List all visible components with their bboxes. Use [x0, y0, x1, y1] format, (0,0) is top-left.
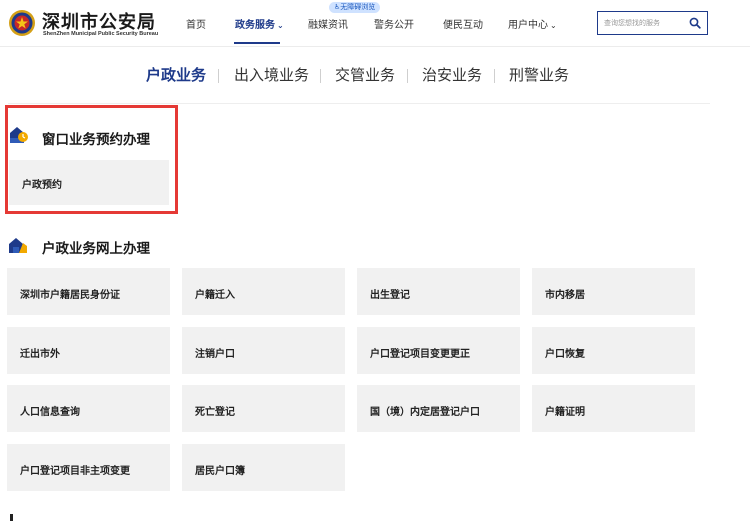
tab-traffic[interactable]: 交管业务: [335, 64, 395, 85]
service-card-label: 死亡登记: [195, 407, 235, 418]
section-title-online-household: 户政业务网上办理: [42, 241, 150, 257]
service-card-hukou-move-in[interactable]: 户籍迁入: [182, 268, 345, 315]
service-card-death-registration[interactable]: 死亡登记: [182, 385, 345, 432]
highlight-box: [5, 105, 178, 214]
service-card-birth-registration[interactable]: 出生登记: [357, 268, 520, 315]
nav-gov-services[interactable]: 政务服务 ⌄: [235, 16, 284, 31]
service-card-hukou-certificate[interactable]: 户籍证明: [532, 385, 695, 432]
service-card-label: 人口信息查询: [20, 407, 80, 418]
service-card-label: 户籍迁入: [195, 290, 235, 301]
service-card-label: 深圳市户籍居民身份证: [20, 290, 120, 301]
service-card-label: 户籍证明: [545, 407, 585, 418]
tab-criminal[interactable]: 刑警业务: [509, 64, 569, 85]
search-box: [597, 11, 708, 35]
service-card-label: 居民户口簿: [195, 466, 245, 477]
chevron-down-icon: ⌄: [550, 21, 557, 30]
service-card-population-query[interactable]: 人口信息查询: [7, 385, 170, 432]
service-card-resident-hukou-booklet[interactable]: 居民户口簿: [182, 444, 345, 491]
tab-separator: [320, 69, 321, 83]
service-card-hukou-item-change[interactable]: 户口登记项目变更更正: [357, 327, 520, 374]
next-section-marker: [10, 514, 13, 521]
nav-media-news[interactable]: 融媒资讯: [308, 16, 348, 31]
tab-public-security[interactable]: 治安业务: [422, 64, 482, 85]
service-card-non-main-item-change[interactable]: 户口登记项目非主项变更: [7, 444, 170, 491]
category-tabs: 户政业务 出入境业务 交管业务 治安业务 刑警业务: [0, 60, 750, 90]
tab-separator: [407, 69, 408, 83]
chevron-down-icon: ⌄: [277, 21, 284, 30]
search-icon[interactable]: [689, 17, 701, 29]
header-divider: [0, 46, 750, 47]
nav-user-center-label: 用户中心: [508, 20, 548, 31]
service-card-settlement-registration[interactable]: 国（境）内定居登记户口: [357, 385, 520, 432]
site-header: 深圳市公安局 ShenZhen Municipal Public Securit…: [0, 0, 750, 46]
nav-home[interactable]: 首页: [186, 16, 206, 31]
service-card-label: 户口登记项目非主项变更: [20, 466, 130, 477]
service-card-label: 注销户口: [195, 349, 235, 360]
service-card-label: 出生登记: [370, 290, 410, 301]
service-card-label: 户口恢复: [545, 349, 585, 360]
tab-exit-entry[interactable]: 出入境业务: [234, 64, 309, 85]
tab-household[interactable]: 户政业务: [146, 64, 206, 85]
nav-police-affairs[interactable]: 警务公开: [374, 16, 414, 31]
service-card-hukou-restore[interactable]: 户口恢复: [532, 327, 695, 374]
service-card-move-out-city[interactable]: 迁出市外: [7, 327, 170, 374]
accessibility-badge-label: 无障碍浏览: [340, 3, 376, 11]
tabs-divider: [8, 103, 710, 104]
nav-public-interaction[interactable]: 便民互动: [443, 16, 483, 31]
service-card-intra-city-move[interactable]: 市内移居: [532, 268, 695, 315]
nav-user-center[interactable]: 用户中心 ⌄: [508, 16, 557, 31]
house-icon: [9, 238, 27, 253]
service-card-resident-id[interactable]: 深圳市户籍居民身份证: [7, 268, 170, 315]
service-card-label: 国（境）内定居登记户口: [370, 407, 480, 418]
service-card-label: 迁出市外: [20, 349, 60, 360]
accessibility-badge[interactable]: ♿无障碍浏览: [329, 2, 381, 13]
nav-gov-services-label: 政务服务: [235, 20, 275, 31]
tab-separator: [218, 69, 219, 83]
active-nav-indicator: [234, 42, 280, 44]
service-card-label: 市内移居: [545, 290, 585, 301]
service-card-label: 户口登记项目变更更正: [370, 349, 470, 360]
search-input[interactable]: [604, 15, 684, 31]
service-card-cancel-hukou[interactable]: 注销户口: [182, 327, 345, 374]
tab-separator: [494, 69, 495, 83]
